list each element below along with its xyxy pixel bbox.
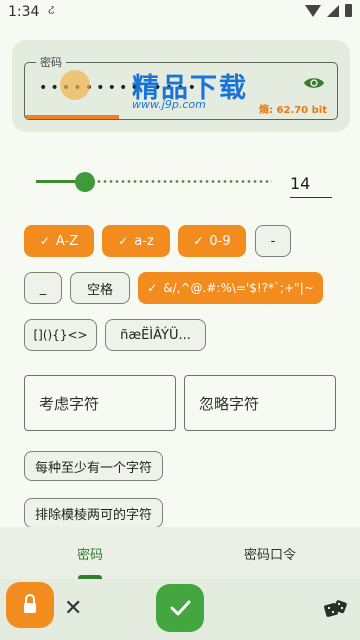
chip-space[interactable]: 空格	[70, 272, 130, 304]
strength-fill	[25, 115, 119, 119]
exclude-ambiguous-toggle[interactable]: 排除模棱两可的字符	[24, 498, 164, 528]
tab-password[interactable]: 密码	[0, 527, 180, 579]
chip-label: ñæËÌÂÝÜ...	[120, 327, 191, 343]
close-icon[interactable]: ✕	[64, 596, 82, 621]
tab-passphrase[interactable]: 密码口令	[180, 527, 360, 579]
chip-label: A-Z	[55, 233, 79, 249]
consider-chars-placeholder: 考虑字符	[39, 394, 100, 413]
strength-bar	[25, 115, 337, 119]
exclude-ambiguous-label: 排除模棱两可的字符	[35, 507, 153, 523]
check-icon: ✓	[118, 234, 129, 248]
at-least-one-label: 每种至少有一个字符	[35, 460, 153, 476]
status-bar: 1:34 ઢ	[0, 0, 360, 26]
watermark-url: www.j9p.com	[132, 98, 206, 111]
chip-underscore[interactable]: _	[24, 272, 62, 304]
app-notification-icon: ઢ	[48, 3, 55, 18]
chip-lowercase[interactable]: ✓ a-z	[102, 225, 170, 257]
tab-label: 密码	[76, 547, 103, 563]
length-slider[interactable]	[36, 172, 272, 192]
check-icon	[170, 600, 191, 616]
watermark-logo	[60, 70, 90, 100]
ignore-chars-field[interactable]: 忽略字符	[184, 375, 336, 431]
chip-label: &/,^@.#:%\='$!?*`;+"|~	[163, 281, 314, 295]
length-input[interactable]: 14	[290, 170, 332, 198]
at-least-one-toggle[interactable]: 每种至少有一个字符	[24, 451, 164, 481]
lock-icon	[24, 594, 36, 613]
check-icon: ✓	[39, 234, 50, 248]
tab-bar: 密码 密码口令	[0, 527, 360, 579]
chip-brackets[interactable]: [](){}<>	[24, 319, 97, 351]
wifi-icon	[305, 4, 321, 17]
chip-label: _	[39, 280, 47, 296]
status-time: 1:34	[8, 4, 40, 20]
battery-icon	[345, 4, 352, 17]
chip-label: 空格	[86, 282, 113, 298]
entropy-label: 熵: 62.70 bit	[259, 105, 327, 116]
tab-label: 密码口令	[243, 547, 296, 563]
chip-uppercase[interactable]: ✓ A-Z	[24, 225, 94, 257]
chip-label: -	[270, 233, 276, 249]
ignore-chars-placeholder: 忽略字符	[199, 394, 260, 413]
signal-icon	[327, 4, 339, 17]
dice-icon[interactable]	[324, 598, 348, 620]
chip-label: a-z	[134, 233, 154, 249]
slider-thumb[interactable]	[75, 172, 95, 192]
confirm-button[interactable]	[156, 584, 204, 632]
chip-label: 0-9	[209, 233, 231, 249]
consider-chars-field[interactable]: 考虑字符	[24, 375, 176, 431]
chip-label: [](){}<>	[33, 328, 88, 342]
chip-digits[interactable]: ✓ 0-9	[178, 225, 246, 257]
chip-symbols[interactable]: ✓ &/,^@.#:%\='$!?*`;+"|~	[138, 272, 323, 304]
status-icons	[305, 4, 352, 17]
check-icon: ✓	[147, 281, 158, 295]
check-icon: ✓	[193, 234, 204, 248]
lock-button[interactable]	[6, 582, 54, 628]
eye-icon[interactable]	[303, 75, 325, 91]
password-label: 密码	[36, 54, 66, 70]
chip-dash[interactable]: -	[255, 225, 291, 257]
chip-accented[interactable]: ñæËÌÂÝÜ...	[105, 319, 206, 351]
